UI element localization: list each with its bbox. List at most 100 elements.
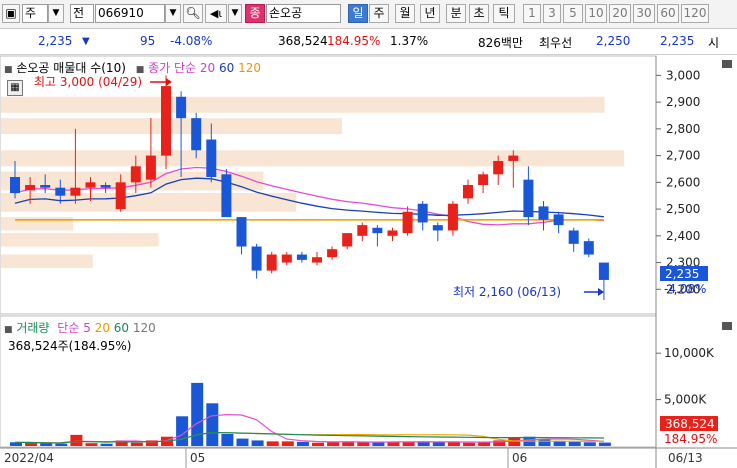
candle-body-35 — [538, 206, 549, 220]
volume-legend-label[interactable]: 거래량 — [16, 321, 49, 335]
candle-body-14 — [221, 174, 232, 218]
candle-body-36 — [553, 214, 564, 226]
legend-ma120: 120 — [238, 61, 261, 75]
volume-bar-15 — [236, 438, 249, 446]
profile-band-2 — [1, 150, 625, 167]
price-volume-chart[interactable]: 3,0002,9002,8002,7002,6002,5002,4002,300… — [0, 54, 737, 468]
candle-body-29 — [447, 203, 458, 231]
volume-legend-ma-label[interactable]: 단순 — [57, 321, 79, 335]
candle-body-1 — [25, 185, 36, 191]
interval-120-button[interactable]: 120 — [681, 4, 709, 23]
legend-ma60: 60 — [218, 61, 235, 75]
candle-body-17 — [266, 254, 277, 271]
stock-name-field: 손오공 — [266, 4, 341, 23]
volume-legend-ma5: 5 — [83, 321, 91, 335]
volume-bar-17 — [266, 441, 279, 446]
candle-body-6 — [100, 185, 111, 188]
down-arrow-icon: ▼ — [82, 36, 90, 47]
interval-20-button[interactable]: 20 — [609, 4, 631, 23]
candle-body-7 — [115, 182, 126, 210]
price-legend: ■ 손오공 매물대 수(10) ■ 종가 단순 20 60 120 — [4, 59, 261, 76]
x-label-end: 06/13 — [668, 451, 703, 465]
volume-bar-29 — [447, 442, 460, 446]
candle-body-33 — [508, 155, 519, 161]
volume-bar-14 — [221, 433, 234, 446]
last-price-tag: 2,235 — [665, 267, 699, 281]
stock-code-dropdown-icon[interactable]: ▼ — [165, 4, 181, 23]
window-icon[interactable]: ▣ — [2, 4, 20, 23]
candle-body-23 — [357, 225, 368, 236]
volume-value: 368,524 — [278, 34, 328, 48]
y-tick-label-6: 2,400 — [666, 229, 700, 243]
candle-body-28 — [432, 225, 443, 231]
last-volume-pct-tag: 184.95% — [664, 432, 717, 446]
candle-body-11 — [176, 96, 187, 119]
v-tick-label-1: 5,000K — [664, 393, 707, 407]
stock-code-input[interactable]: 066910 — [95, 4, 165, 23]
profile-band-1 — [1, 118, 343, 135]
stock-badge: 종 — [245, 4, 265, 23]
period-month-button[interactable]: 월 — [395, 4, 415, 23]
interval-30-button[interactable]: 30 — [633, 4, 655, 23]
speaker-dropdown-icon[interactable]: ▼ — [228, 4, 242, 23]
period-year-button[interactable]: 년 — [420, 4, 440, 23]
legend-ma-label[interactable]: 종가 단순 — [148, 61, 196, 75]
candle-body-8 — [130, 166, 141, 183]
interval-5-button[interactable]: 5 — [563, 4, 583, 23]
y-tick-label-4: 2,600 — [666, 175, 700, 189]
volume-bar-1 — [25, 442, 38, 446]
low-price-label: 최저 2,160 (06/13) — [453, 285, 561, 299]
interval-10-button[interactable]: 10 — [585, 4, 607, 23]
market-type-value: 주 — [25, 6, 37, 20]
candle-body-27 — [417, 203, 428, 223]
period-week-button[interactable]: 주 — [369, 4, 389, 23]
legend-ma20: 20 — [199, 61, 216, 75]
candle-body-18 — [281, 254, 292, 263]
interval-60-button[interactable]: 60 — [657, 4, 679, 23]
market-type-dropdown-icon[interactable]: ▼ — [48, 4, 64, 23]
volume-bar-16 — [251, 440, 264, 446]
volume-bar-31 — [478, 442, 491, 446]
market-type-select[interactable]: 주 — [22, 4, 48, 23]
chart-toolbar: ▣ 주 ▼ 전 066910 ▼ 🔍︎ ◀ι ▼ 종 손오공 일 주 월 년 분… — [0, 0, 737, 29]
profile-band-6 — [1, 233, 159, 247]
candle-body-20 — [312, 257, 322, 263]
period-day-button[interactable]: 일 — [348, 4, 368, 23]
interval-1-button[interactable]: 1 — [523, 4, 541, 23]
candle-body-10 — [161, 86, 171, 156]
volume-bar-2 — [40, 443, 53, 446]
search-icon[interactable]: 🔍︎ — [183, 4, 203, 23]
trade-amount: 826백만 — [478, 36, 523, 50]
volume-bar-12 — [191, 382, 204, 446]
best-bid-price: 2,235 — [660, 34, 695, 48]
candle-body-32 — [493, 160, 504, 175]
volume-legend: ■ 거래량 단순 5 20 60 120 — [4, 319, 156, 336]
volume-y-ticks: 10,000K 5,000K — [656, 346, 715, 407]
volume-bar-37 — [568, 441, 581, 446]
period-type-select[interactable]: 전 — [70, 4, 94, 23]
interval-3-button[interactable]: 3 — [543, 4, 561, 23]
speaker-icon[interactable]: ◀ι — [205, 4, 227, 23]
candle-body-15 — [236, 217, 247, 247]
period-type-value: 전 — [73, 6, 85, 20]
y-tick-label-5: 2,500 — [666, 202, 700, 216]
candle-body-30 — [463, 185, 473, 199]
stock-name-value: 손오공 — [269, 6, 303, 20]
period-tick-button[interactable]: 틱 — [493, 4, 515, 23]
period-minute-button[interactable]: 분 — [446, 4, 466, 23]
volume-bar-13 — [206, 403, 219, 446]
y-tick-label-2: 2,800 — [666, 122, 700, 136]
candle-body-31 — [478, 174, 489, 186]
price-panel-maximize-icon[interactable] — [722, 60, 732, 68]
volume-bar-20 — [312, 442, 324, 446]
price-change-pct: -4.08% — [170, 34, 213, 48]
period-second-button[interactable]: 초 — [469, 4, 489, 23]
candle-body-0 — [10, 176, 20, 194]
volume-panel-maximize-icon[interactable] — [722, 322, 732, 330]
legend-stock-name[interactable]: 손오공 매물대 수(10) — [16, 61, 126, 75]
candle-body-26 — [402, 211, 413, 234]
volume-bar-39 — [598, 442, 611, 446]
high-price-label: 최고 3,000 (04/29) — [34, 75, 142, 89]
candle-body-19 — [296, 254, 307, 260]
grid-toggle-icon[interactable]: ▦ — [7, 80, 23, 96]
